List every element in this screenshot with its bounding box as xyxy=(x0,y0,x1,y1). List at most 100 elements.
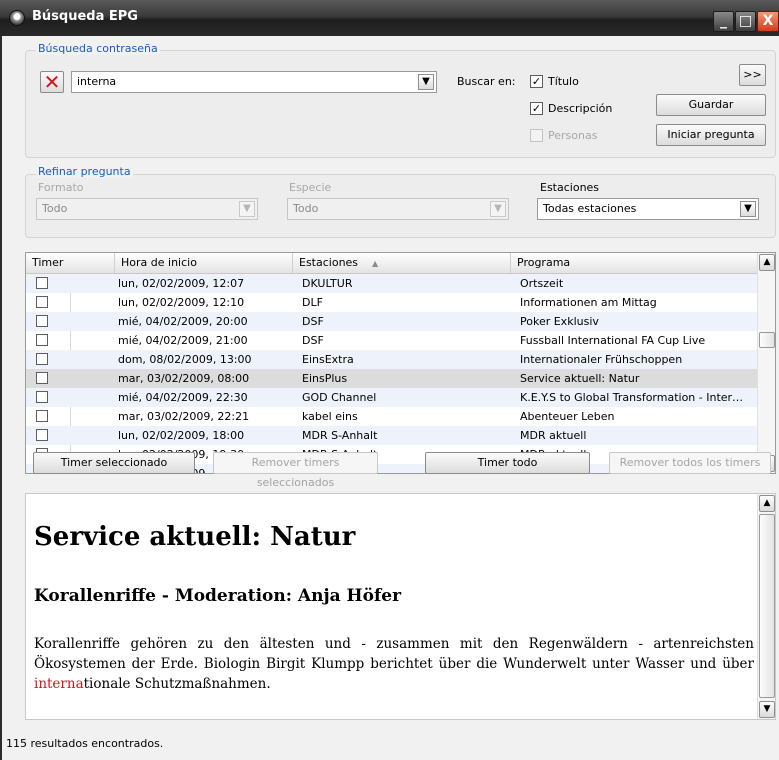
especie-combo: Todo ▼ xyxy=(287,198,509,220)
checkbox-personas-label: Personas xyxy=(548,129,598,142)
search-query-value: interna xyxy=(77,75,117,88)
formato-value: Todo xyxy=(42,202,68,215)
save-button[interactable]: Guardar xyxy=(656,94,766,116)
app-icon xyxy=(9,10,25,26)
grid-scrollbar[interactable]: ▲ ▼ xyxy=(757,253,775,473)
column-header-start-time-label: Hora de inicio xyxy=(121,256,197,269)
cell-start-time: lun, 02/02/2009, 12:10 xyxy=(118,296,245,309)
column-header-start-time[interactable]: Hora de inicio xyxy=(115,253,293,273)
program-detail-pane: Service aktuell: Natur Korallenriffe - M… xyxy=(25,493,776,720)
cell-program: Ortszeit xyxy=(520,277,564,290)
timer-checkbox[interactable] xyxy=(36,334,48,346)
cell-station: GOD Channel xyxy=(302,391,377,404)
table-row[interactable]: lun, 02/02/2009, 12:07 DKULTUR Ortszeit xyxy=(26,274,758,293)
cell-start-time: lun, 02/02/2009, 12:07 xyxy=(118,277,245,290)
results-count: 115 resultados encontrados. xyxy=(6,737,164,750)
table-row[interactable]: mar, 03/02/2009, 08:00 EinsPlus Service ak… xyxy=(26,369,758,388)
program-description: Korallenriffe gehören zu den ältesten un… xyxy=(34,634,754,694)
cell-station: EinsExtra xyxy=(302,353,354,366)
table-row[interactable]: mié, 04/02/2009, 21:00 DSF Fussball Intern… xyxy=(26,331,758,350)
clear-icon: ✕ xyxy=(43,70,61,94)
close-button[interactable]: X xyxy=(757,11,779,32)
scroll-up-icon[interactable]: ▲ xyxy=(759,495,775,512)
cell-station: DLF xyxy=(302,296,323,309)
cell-start-time: mié, 04/02/2009, 20:00 xyxy=(118,315,248,328)
description-text: Korallenriffe gehören zu den ältesten un… xyxy=(34,636,754,672)
scroll-down-icon[interactable]: ▼ xyxy=(759,701,775,718)
table-row[interactable]: mié, 04/02/2009, 20:00 DSF Poker Exklusiv xyxy=(26,312,758,331)
cell-program: Fussball International FA Cup Live xyxy=(520,334,706,347)
chevron-down-icon: ▼ xyxy=(239,201,255,217)
timer-checkbox[interactable] xyxy=(36,315,48,327)
window-client: Búsqueda contraseña ✕ interna ▼ Buscar e… xyxy=(0,36,779,760)
chevron-down-icon[interactable]: ▼ xyxy=(740,201,756,217)
checkbox-personas xyxy=(530,129,543,142)
search-match-highlight: interna xyxy=(34,676,84,692)
search-query-combo[interactable]: interna ▼ xyxy=(71,71,437,93)
checkbox-descripcion-label: Descripción xyxy=(548,102,613,115)
program-title: Service aktuell: Natur xyxy=(34,522,356,552)
table-row[interactable]: lun, 02/02/2009, 12:10 DLF Informationen a… xyxy=(26,293,758,312)
estaciones-combo[interactable]: Todas estaciones ▼ xyxy=(537,198,759,220)
especie-value: Todo xyxy=(293,202,319,215)
timer-selected-button[interactable]: Timer seleccionado xyxy=(33,452,195,474)
window-title: Búsqueda EPG xyxy=(32,9,138,24)
cell-program: MDR aktuell xyxy=(520,429,587,442)
cell-program: K.E.Y.S to Global Transformation - Inter… xyxy=(520,391,744,404)
checkbox-descripcion[interactable]: ✓ xyxy=(530,102,543,115)
table-row[interactable]: lun, 02/02/2009, 18:00 MDR S-Anhalt MDR ak… xyxy=(26,426,758,445)
detail-scroll-thumb[interactable] xyxy=(759,514,775,698)
cell-program: Informationen am Mittag xyxy=(520,296,657,309)
cell-station: DSF xyxy=(302,334,324,347)
estaciones-value: Todas estaciones xyxy=(543,202,637,215)
cell-start-time: mié, 04/02/2009, 21:00 xyxy=(118,334,248,347)
timer-checkbox[interactable] xyxy=(36,277,48,289)
column-header-stations-label: Estaciones xyxy=(299,256,359,269)
timer-checkbox[interactable] xyxy=(36,391,48,403)
refine-group-title: Refinar pregunta xyxy=(36,165,133,178)
table-row[interactable]: mar, 03/02/2009, 22:21 kabel eins Abenteue… xyxy=(26,407,758,426)
cell-station: kabel eins xyxy=(302,410,358,423)
remove-selected-timers-button: Remover timers seleccionados xyxy=(213,452,378,489)
timer-checkbox[interactable] xyxy=(36,296,48,308)
cell-program: Service aktuell: Natur xyxy=(520,372,640,385)
more-options-button[interactable]: >> xyxy=(739,64,766,86)
timer-checkbox[interactable] xyxy=(36,410,48,422)
scroll-up-icon[interactable]: ▲ xyxy=(759,254,775,271)
checkbox-titulo[interactable]: ✓ xyxy=(530,75,543,88)
minimize-button[interactable]: _ xyxy=(713,11,734,32)
cell-start-time: mié, 04/02/2009, 22:30 xyxy=(118,391,248,404)
table-row[interactable]: mié, 04/02/2009, 22:30 GOD Channel K.E.Y.S… xyxy=(26,388,758,407)
grid-scroll-thumb[interactable] xyxy=(759,332,775,348)
start-query-button[interactable]: Iniciar pregunta xyxy=(656,124,766,146)
timer-all-button[interactable]: Timer todo xyxy=(425,452,590,474)
remove-all-timers-button: Remover todos los timers xyxy=(609,452,771,474)
column-header-program[interactable]: Programa xyxy=(511,253,758,273)
checkbox-titulo-label: Título xyxy=(548,75,579,88)
status-bar: 115 resultados encontrados. xyxy=(2,725,779,760)
program-subtitle: Korallenriffe - Moderation: Anja Höfer xyxy=(34,586,402,606)
table-row[interactable]: dom, 08/02/2009, 13:00 EinsExtra Internati… xyxy=(26,350,758,369)
search-group-title: Búsqueda contraseña xyxy=(36,42,160,55)
timer-checkbox[interactable] xyxy=(36,353,48,365)
column-header-stations[interactable]: Estaciones ▲ xyxy=(293,253,511,273)
timer-checkbox[interactable] xyxy=(36,429,48,441)
cell-start-time: dom, 08/02/2009, 13:00 xyxy=(118,353,252,366)
formato-combo: Todo ▼ xyxy=(36,198,258,220)
buscar-en-label: Buscar en: xyxy=(457,75,516,88)
especie-label: Especie xyxy=(289,181,332,194)
column-header-timer[interactable]: Timer xyxy=(26,253,115,273)
cell-start-time: mar, 03/02/2009, 22:21 xyxy=(118,410,250,423)
cell-program: Poker Exklusiv xyxy=(520,315,599,328)
detail-scrollbar[interactable]: ▲ ▼ xyxy=(757,494,775,719)
cell-program: Abenteuer Leben xyxy=(520,410,615,423)
cell-program: Internationaler Frühschoppen xyxy=(520,353,683,366)
cell-start-time: lun, 02/02/2009, 18:00 xyxy=(118,429,245,442)
timer-checkbox[interactable] xyxy=(36,372,48,384)
sort-ascending-icon: ▲ xyxy=(372,259,379,268)
cell-start-time: mar, 03/02/2009, 08:00 xyxy=(118,372,250,385)
chevron-down-icon[interactable]: ▼ xyxy=(418,74,434,90)
cell-station: EinsPlus xyxy=(302,372,348,385)
clear-search-button[interactable]: ✕ xyxy=(40,71,64,93)
maximize-button[interactable]: □ xyxy=(735,11,756,32)
